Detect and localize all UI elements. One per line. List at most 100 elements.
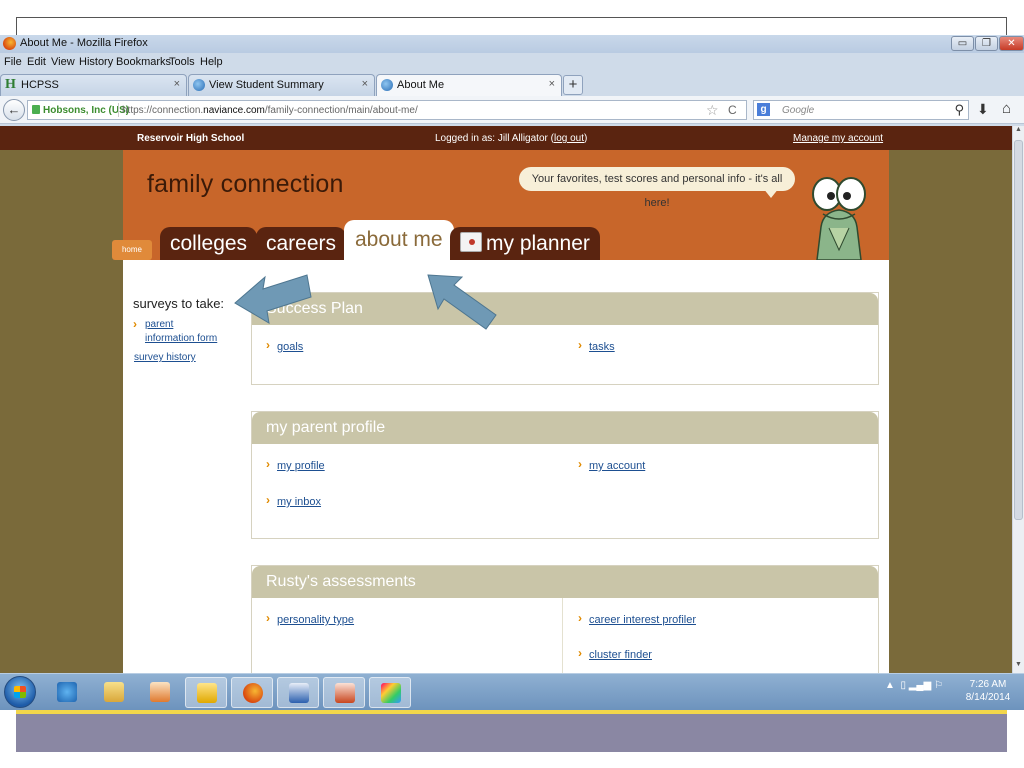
chevron-right-icon: › xyxy=(578,646,582,660)
alligator-mascot-icon xyxy=(812,177,866,260)
slide: About Me - Mozilla Firefox ▭ ❐ ✕ File Ed… xyxy=(0,0,1024,768)
start-button[interactable] xyxy=(4,676,36,708)
paint-button[interactable] xyxy=(369,677,411,708)
scroll-thumb[interactable] xyxy=(1014,140,1023,520)
maximize-button[interactable]: ❐ xyxy=(975,36,998,51)
tab-hcpss[interactable]: H HCPSS × xyxy=(0,74,187,96)
tab-close-icon[interactable]: × xyxy=(549,78,555,90)
nav-tab-label: my planner xyxy=(486,232,590,255)
search-input[interactable]: g Google ⚲ xyxy=(753,100,969,120)
close-button[interactable]: ✕ xyxy=(999,36,1024,51)
tasks-link[interactable]: tasks xyxy=(589,341,615,353)
system-clock[interactable]: 7:26 AM 8/14/2014 xyxy=(960,678,1016,704)
menu-file[interactable]: File xyxy=(4,56,22,68)
word-button[interactable] xyxy=(277,677,319,708)
tab-close-icon[interactable]: × xyxy=(174,78,180,90)
back-button[interactable]: ← xyxy=(3,99,25,121)
internet-explorer-button[interactable] xyxy=(46,677,88,708)
my-profile-link[interactable]: my profile xyxy=(277,460,325,472)
bookmark-star-icon[interactable]: ☆ xyxy=(706,102,719,119)
career-interest-profiler-link[interactable]: career interest profiler xyxy=(589,614,696,626)
tab-close-icon[interactable]: × xyxy=(362,78,368,90)
panel-title: my parent profile xyxy=(252,412,878,444)
chevron-right-icon: › xyxy=(266,457,270,471)
goals-link[interactable]: goals xyxy=(277,341,303,353)
parent-profile-panel: my parent profile › my profile › my acco… xyxy=(251,411,879,539)
scroll-up-icon[interactable]: ▲ xyxy=(1013,126,1024,138)
firefox-window: About Me - Mozilla Firefox ▭ ❐ ✕ File Ed… xyxy=(0,35,1024,673)
panel-title: Success Plan xyxy=(252,293,878,325)
personality-type-link[interactable]: personality type xyxy=(277,614,354,626)
logged-in-text: Logged in as: Jill Alligator (log out) xyxy=(435,133,587,144)
menu-edit[interactable]: Edit xyxy=(27,56,46,68)
nav-tab-careers[interactable]: careers xyxy=(256,227,347,260)
home-icon[interactable]: ⌂ xyxy=(1002,100,1011,117)
menu-bar: File Edit View History Bookmarks Tools H… xyxy=(0,53,1024,71)
media-player-button[interactable] xyxy=(139,677,181,708)
reload-icon[interactable]: C xyxy=(728,103,737,117)
tab-view-student-summary[interactable]: View Student Summary × xyxy=(188,74,375,96)
chevron-right-icon: › xyxy=(578,611,582,625)
my-inbox-link[interactable]: my inbox xyxy=(277,496,321,508)
scroll-down-icon[interactable]: ▼ xyxy=(1013,661,1024,673)
minimize-button[interactable]: ▭ xyxy=(951,36,974,51)
url-domain: naviance.com xyxy=(203,105,265,116)
vertical-scrollbar[interactable]: ▲ ▼ xyxy=(1012,126,1024,673)
survey-history-link[interactable]: survey history xyxy=(134,352,196,363)
brand-logo[interactable]: family connection xyxy=(147,170,344,199)
tab-label: View Student Summary xyxy=(209,79,324,91)
chevron-right-icon: › xyxy=(266,338,270,352)
show-hidden-icons-icon[interactable]: ▲ xyxy=(885,680,895,691)
title-bar: About Me - Mozilla Firefox ▭ ❐ ✕ xyxy=(0,35,1024,53)
tab-bar: H HCPSS × View Student Summary × About M… xyxy=(0,72,1024,96)
nav-tab-colleges[interactable]: colleges xyxy=(160,227,258,260)
chevron-right-icon: › xyxy=(133,317,137,331)
globe-icon xyxy=(381,79,393,91)
nav-tab-home[interactable]: home xyxy=(112,240,152,260)
my-account-link[interactable]: my account xyxy=(589,460,645,472)
chevron-right-icon: › xyxy=(266,493,270,507)
powerpoint-button[interactable] xyxy=(323,677,365,708)
menu-tools[interactable]: Tools xyxy=(169,56,195,68)
main-content: surveys to take: › parent information fo… xyxy=(123,260,889,673)
nav-tab-about-me[interactable]: about me xyxy=(344,220,454,260)
header-band: family connection Your favorites, test s… xyxy=(112,150,889,260)
assessments-panel: Rusty's assessments › personality type ›… xyxy=(251,565,879,673)
menu-help[interactable]: Help xyxy=(200,56,223,68)
download-icon[interactable]: ⬇ xyxy=(977,101,989,118)
manage-account-link[interactable]: Manage my account xyxy=(793,133,883,144)
search-engine-icon[interactable]: g xyxy=(757,103,770,116)
windows-taskbar: ▲ ▯ ▂▄▆ ⚐ 7:26 AM 8/14/2014 xyxy=(0,673,1024,710)
nav-tab-my-planner[interactable]: my planner xyxy=(450,227,600,260)
lock-icon xyxy=(32,105,40,114)
search-placeholder: Google xyxy=(782,105,815,116)
outlook-button[interactable] xyxy=(185,677,227,708)
media-player-icon xyxy=(150,682,170,702)
logged-in-label: Logged in as: Jill Alligator ( xyxy=(435,133,554,144)
new-tab-button[interactable]: + xyxy=(563,75,583,95)
menu-history[interactable]: History xyxy=(79,56,113,68)
internet-explorer-icon xyxy=(57,682,77,702)
chevron-right-icon: › xyxy=(578,338,582,352)
cluster-finder-link[interactable]: cluster finder xyxy=(589,649,652,661)
file-explorer-button[interactable] xyxy=(93,677,135,708)
speech-bubble-tail xyxy=(763,188,779,198)
surveys-heading: surveys to take: xyxy=(133,296,225,311)
word-icon xyxy=(289,683,309,703)
tab-about-me[interactable]: About Me × xyxy=(376,74,562,96)
firefox-button[interactable] xyxy=(231,677,273,708)
tray-icons[interactable]: ▲ ▯ ▂▄▆ ⚐ xyxy=(885,680,943,691)
url-bar[interactable]: Hobsons, Inc (US) https://connection.nav… xyxy=(27,100,747,120)
outlook-icon xyxy=(197,683,217,703)
menu-bookmarks[interactable]: Bookmarks xyxy=(116,56,171,68)
firefox-icon xyxy=(3,37,16,50)
speech-bubble: Your favorites, test scores and personal… xyxy=(519,167,795,209)
url-text[interactable]: https://connection.naviance.com/family-c… xyxy=(122,105,418,116)
school-name: Reservoir High School xyxy=(137,133,245,144)
url-prefix: https://connection. xyxy=(122,105,204,116)
parent-information-form-link[interactable]: parent information form xyxy=(145,318,225,346)
logout-link[interactable]: log out xyxy=(554,133,584,144)
search-icon[interactable]: ⚲ xyxy=(954,102,964,118)
site-identity[interactable]: Hobsons, Inc (US) xyxy=(43,105,129,116)
menu-view[interactable]: View xyxy=(51,56,75,68)
